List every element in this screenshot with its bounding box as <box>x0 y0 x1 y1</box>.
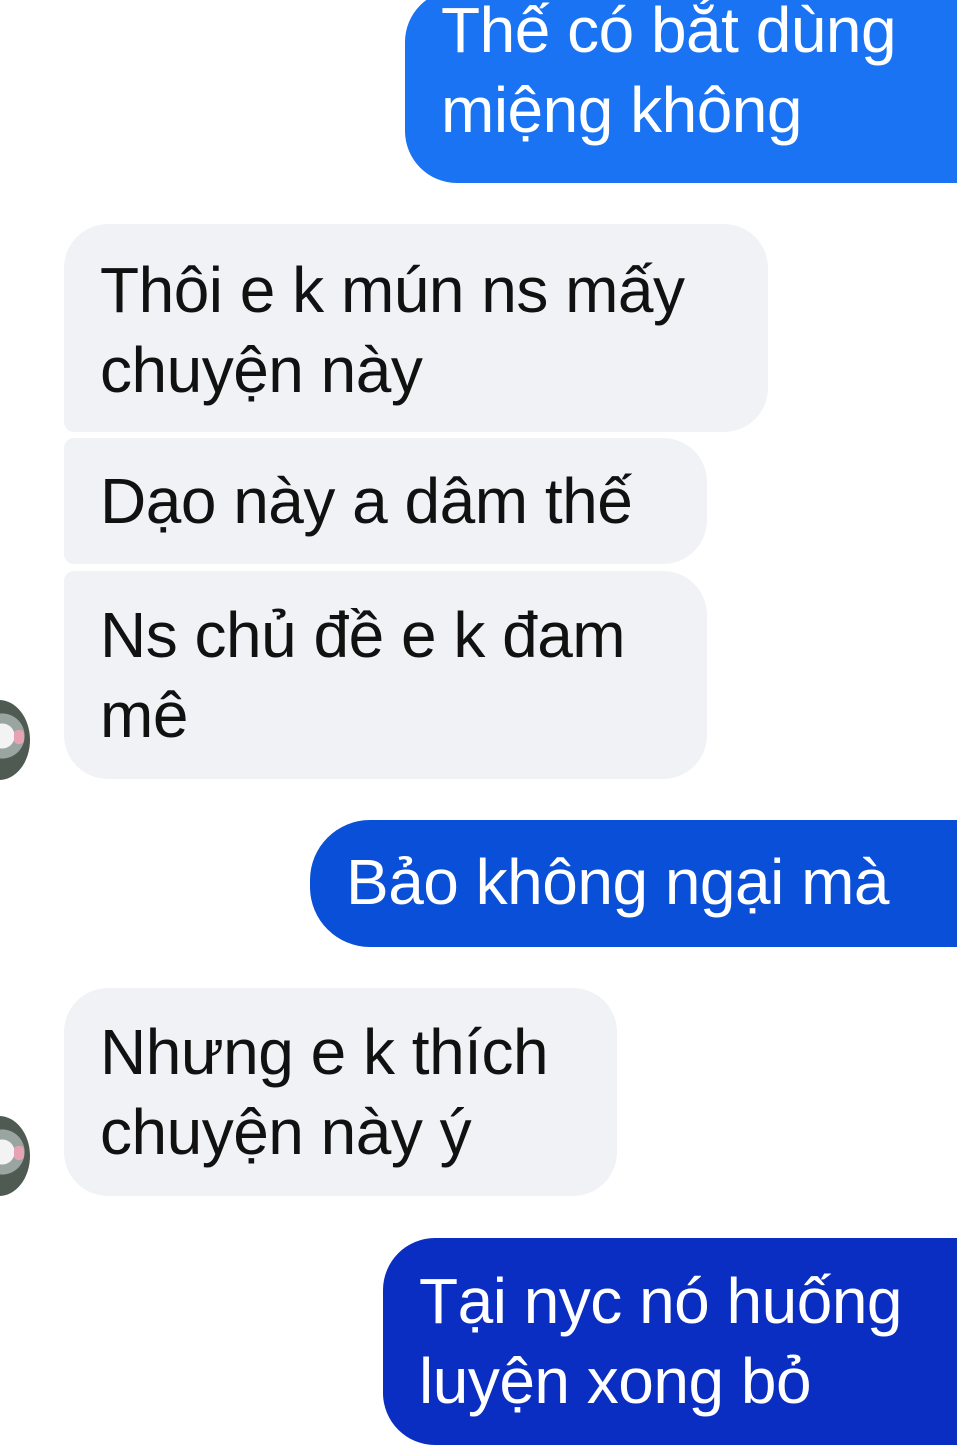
message-bubble-received[interactable]: Dạo này a dâm thế <box>64 438 707 564</box>
message-text-line: luyện xong bỏ <box>419 1345 812 1417</box>
message-bubble-sent[interactable]: Bảo không ngại mà <box>310 820 957 947</box>
message-text-line: Tại nyc nó huống <box>419 1265 903 1337</box>
message-text-line: Bảo không ngại mà <box>346 846 890 918</box>
message-text-line: chuyện này ý <box>100 1096 472 1168</box>
message-text-line: Nhưng e k thích <box>100 1016 549 1088</box>
contact-avatar-icon[interactable] <box>0 700 30 780</box>
message-bubble-sent[interactable]: Tại nyc nó huống luyện xong bỏ <box>383 1238 957 1445</box>
message-text-line: chuyện này <box>100 334 423 406</box>
avatar-detail <box>14 730 24 744</box>
message-text-line: mê <box>100 679 188 751</box>
message-bubble-received[interactable]: Ns chủ đề e k đam mê <box>64 571 707 779</box>
message-bubble-received[interactable]: Nhưng e k thích chuyện này ý <box>64 988 617 1196</box>
message-text-line: Thôi e k mún ns mấy <box>100 254 685 326</box>
message-text-line: miệng không <box>441 74 802 146</box>
message-text-line: Ns chủ đề e k đam <box>100 599 626 671</box>
avatar-detail <box>14 1146 24 1160</box>
message-text-line: Thế có bắt dùng <box>441 0 897 66</box>
message-text-line: Dạo này a dâm thế <box>100 465 633 537</box>
message-bubble-sent[interactable]: Thế có bắt dùng miệng không <box>405 0 957 183</box>
message-bubble-received[interactable]: Thôi e k mún ns mấy chuyện này <box>64 224 768 432</box>
contact-avatar-icon[interactable] <box>0 1116 30 1196</box>
